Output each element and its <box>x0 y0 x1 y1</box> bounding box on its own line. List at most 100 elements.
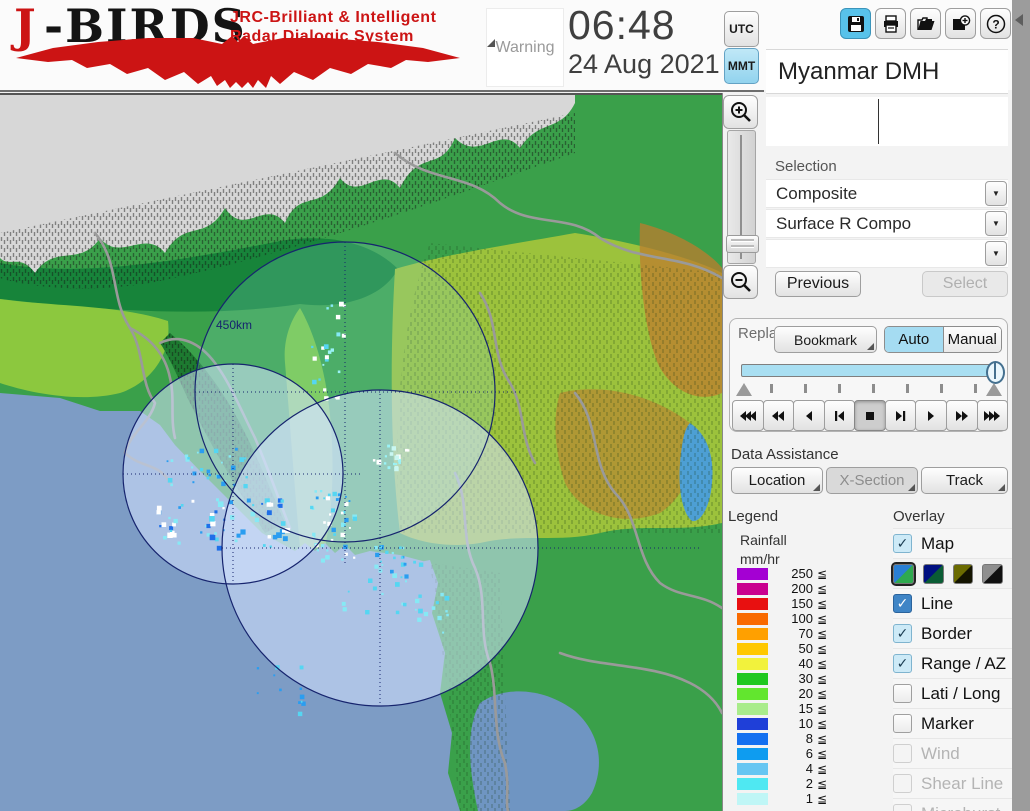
map-palette-1[interactable] <box>891 561 916 586</box>
header-divider <box>0 90 764 92</box>
selection-field-2[interactable]: Surface R Compo <box>766 209 1008 238</box>
auto-button[interactable]: Auto <box>885 327 944 352</box>
range-end-marker-icon[interactable] <box>986 383 1002 396</box>
lati-long-label: Lati / Long <box>921 683 1001 703</box>
playback-play-button[interactable] <box>915 400 947 431</box>
info-box <box>766 97 1008 146</box>
x-section-button[interactable]: X-Section <box>826 467 918 494</box>
map-palette-4[interactable] <box>982 563 1003 584</box>
range-start-marker-icon[interactable] <box>736 383 752 396</box>
menu-corner-icon <box>813 484 820 491</box>
border-checkbox[interactable] <box>893 624 912 643</box>
bookmark-button[interactable]: Bookmark <box>774 326 877 353</box>
legend-row: 200 ≦ <box>737 581 897 596</box>
playback-fast-forward-3-button[interactable] <box>976 400 1009 431</box>
map-palette-row <box>891 558 1012 588</box>
legend-value: 20 <box>798 686 813 701</box>
playback-play-reverse-button[interactable] <box>793 400 825 431</box>
lati-long-checkbox[interactable] <box>893 684 912 703</box>
shear-line-checkbox[interactable] <box>893 774 912 793</box>
map-palette-2[interactable] <box>922 563 944 584</box>
marker-checkbox[interactable] <box>893 714 912 733</box>
legend-row: 8 ≦ <box>737 731 897 746</box>
legend-value: 1 <box>805 791 813 806</box>
add-image-icon <box>952 14 970 30</box>
legend-value: 250 <box>791 566 813 581</box>
selection-field-2-dropdown-button[interactable] <box>985 211 1007 236</box>
zoom-out-button[interactable] <box>723 265 758 299</box>
track-label: Track <box>946 472 983 489</box>
legend-rows: 250 ≦ 200 ≦ 150 ≦ 100 ≦ 70 ≦ 50 ≦ 40 ≦ 30 ≦ 20 ≦ 15 ≦ 10 ≦ 8 ≦ 6… <box>737 566 897 806</box>
selection-field-2-value: Surface R Compo <box>776 213 912 233</box>
selection-field-1-dropdown-button[interactable] <box>985 181 1007 206</box>
help-button[interactable]: ? <box>980 8 1011 39</box>
playback-fast-rewind-3-button[interactable] <box>732 400 764 431</box>
playback-fast-rewind-2-button[interactable] <box>762 400 795 431</box>
legend-row: 6 ≦ <box>737 746 897 761</box>
legend-operator: ≦ <box>817 761 828 776</box>
legend-operator: ≦ <box>817 581 828 596</box>
legend-label: Legend <box>728 508 779 525</box>
previous-button[interactable]: Previous <box>775 271 861 297</box>
track-button[interactable]: Track <box>921 467 1008 494</box>
resize-corner-icon <box>487 39 495 47</box>
bookmark-label: Bookmark <box>793 331 858 348</box>
legend-value: 30 <box>798 671 813 686</box>
selection-field-1-value: Composite <box>776 183 858 203</box>
zoom-slider[interactable] <box>726 130 759 264</box>
open-folder-button[interactable] <box>910 8 941 39</box>
legend-operator: ≦ <box>817 671 828 686</box>
selection-field-1[interactable]: Composite <box>766 179 1008 208</box>
print-icon <box>883 14 898 33</box>
playback-step-back-button[interactable] <box>823 400 856 431</box>
help-icon: ? <box>986 14 1005 33</box>
map-palette-3[interactable] <box>952 563 974 584</box>
folder-icon <box>916 16 934 30</box>
legend-row: 30 ≦ <box>737 671 897 686</box>
fast-rewind-2-icon <box>772 410 785 421</box>
legend-swatch <box>737 657 768 670</box>
range-az-checkbox[interactable] <box>893 654 912 673</box>
overlay-row-map: Map <box>893 528 1012 558</box>
overlay-row-lati-long: Lati / Long <box>893 678 1012 708</box>
legend-row: 70 ≦ <box>737 626 897 641</box>
timeline-tick <box>770 384 773 393</box>
playback-fast-forward-2-button[interactable] <box>945 400 978 431</box>
site-name: Myanmar DMH <box>778 57 940 85</box>
legend-value: 15 <box>798 701 813 716</box>
legend-swatch <box>737 687 768 700</box>
playback-step-forward-button[interactable] <box>884 400 917 431</box>
legend-swatch <box>737 747 768 760</box>
mmt-button[interactable]: MMT <box>724 48 759 84</box>
selection-field-3-dropdown-button[interactable] <box>985 241 1007 266</box>
legend-operator: ≦ <box>817 746 828 761</box>
zoom-slider-handle[interactable] <box>726 235 759 253</box>
warning-panel[interactable]: Warning <box>486 8 564 87</box>
map-checkbox[interactable] <box>893 534 912 553</box>
fast-rewind-3-icon <box>739 410 756 421</box>
replay-slider-handle[interactable] <box>986 361 1005 384</box>
legend-operator: ≦ <box>817 626 828 641</box>
replay-timeline-slider[interactable] <box>741 361 1005 384</box>
legend-value: 2 <box>805 776 813 791</box>
wind-checkbox[interactable] <box>893 744 912 763</box>
radar-map[interactable]: 450km <box>0 93 724 811</box>
legend-value: 70 <box>798 626 813 641</box>
replay-tick-row <box>736 383 1002 398</box>
line-checkbox[interactable] <box>893 594 912 613</box>
magnifier-plus-icon <box>730 102 751 122</box>
location-button[interactable]: Location <box>731 467 823 494</box>
manual-button[interactable]: Manual <box>943 327 1001 352</box>
selection-field-3[interactable] <box>766 239 1008 268</box>
zoom-in-button[interactable] <box>723 95 758 129</box>
legend-value: 10 <box>798 716 813 731</box>
microburst-checkbox[interactable] <box>893 804 912 811</box>
utc-button[interactable]: UTC <box>724 11 759 47</box>
save-button[interactable] <box>840 8 871 39</box>
select-button[interactable]: Select <box>922 271 1008 297</box>
print-button[interactable] <box>875 8 906 39</box>
add-image-button[interactable] <box>945 8 976 39</box>
legend-row: 100 ≦ <box>737 611 897 626</box>
panel-collapse-strip[interactable] <box>1012 0 1030 811</box>
playback-stop-button[interactable] <box>854 400 886 431</box>
